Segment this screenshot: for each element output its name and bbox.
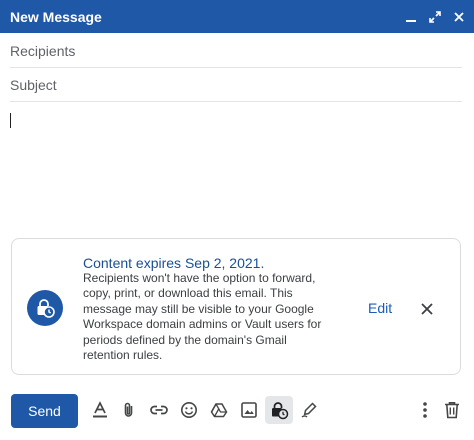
text-cursor — [10, 113, 11, 128]
dismiss-notice-icon[interactable] — [417, 299, 437, 319]
compose-title-bar: New Message — [0, 0, 474, 33]
subject-field[interactable] — [10, 68, 462, 102]
expiry-description: Recipients won't have the option to forw… — [83, 271, 322, 363]
drive-icon[interactable] — [207, 398, 231, 422]
formatting-icon[interactable] — [88, 398, 112, 422]
more-options-icon[interactable] — [413, 398, 437, 422]
window-title: New Message — [10, 8, 102, 25]
recipients-field[interactable] — [10, 34, 462, 68]
recipients-input[interactable] — [10, 42, 462, 59]
emoji-icon[interactable] — [177, 398, 201, 422]
link-icon[interactable] — [147, 398, 171, 422]
compose-toolbar: Send — [0, 392, 474, 430]
confidential-lock-icon — [27, 290, 63, 326]
edit-confidential-button[interactable]: Edit — [368, 300, 392, 316]
confidential-mode-notice: Content expires Sep 2, 2021. Recipients … — [11, 238, 461, 375]
close-icon[interactable] — [452, 10, 466, 24]
confidential-mode-icon[interactable] — [265, 396, 293, 424]
send-button[interactable]: Send — [11, 394, 78, 428]
subject-input[interactable] — [10, 76, 462, 93]
discard-icon[interactable] — [440, 398, 464, 422]
signature-icon[interactable] — [297, 398, 321, 422]
minimize-icon[interactable] — [404, 10, 418, 24]
expiry-heading: Content expires Sep 2, 2021. — [83, 255, 265, 271]
message-body[interactable] — [10, 110, 462, 230]
expand-icon[interactable] — [428, 10, 442, 24]
attach-icon[interactable] — [117, 398, 141, 422]
photo-icon[interactable] — [237, 398, 261, 422]
